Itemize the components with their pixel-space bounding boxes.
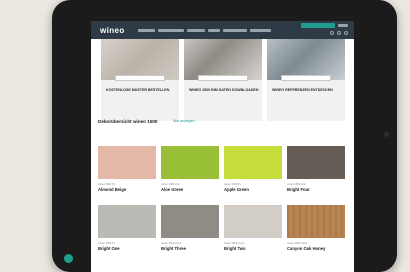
tile-title: KOSTENLOSE MUSTER BESTELLEN [106,88,170,92]
tile-image [184,39,262,80]
tile-title: WINEO REFERENZEN ENTDECKEN [272,88,333,92]
decor-meta: wineo 1500 chip [287,183,306,186]
decor-swatch[interactable] [161,205,219,238]
tile-image [267,39,345,80]
section-link[interactable]: Alle anzeigen [173,119,195,123]
user-icon[interactable] [337,31,341,35]
tile-button[interactable] [281,75,331,81]
nav-item[interactable] [208,28,220,32]
decor-meta: wineo 1500 wood [287,242,308,245]
header-icons [330,31,348,35]
tile-button[interactable] [198,75,248,81]
main-nav [138,28,271,32]
decor-name[interactable]: Apple Green [224,187,249,192]
nav-item[interactable] [187,28,205,32]
nav-item[interactable] [138,28,155,32]
top-right-actions [301,23,348,28]
teaser-tile-samples[interactable]: KOSTENLOSE MUSTER BESTELLEN [101,39,179,121]
teaser-tile-bim[interactable]: WINEO 1500 BIM DATEN DOWNLOADEN [184,39,262,121]
decor-swatch[interactable] [161,146,219,179]
nav-item[interactable] [250,28,271,32]
decor-swatch[interactable] [224,205,282,238]
tile-image [101,39,179,80]
decor-meta: wineo 1500 PL [98,183,116,186]
decor-name[interactable]: Canyon Oak Honey [287,246,325,251]
decor-meta: wineo 1500 PL [98,242,116,245]
camera-dot [384,132,389,137]
cart-icon[interactable] [344,31,348,35]
decor-meta: wineo 1500 PL [224,183,242,186]
decor-swatch[interactable] [98,205,156,238]
decor-meta: wineo 1500 stone [224,242,245,245]
tile-button[interactable] [115,75,165,81]
section-title: Dekorübersicht wineo 1500 [98,119,158,124]
tile-title: WINEO 1500 BIM DATEN DOWNLOADEN [189,88,259,92]
decor-meta: wineo 1500 chip [161,183,180,186]
decor-swatch[interactable] [98,146,156,179]
nav-item[interactable] [223,28,247,32]
decor-swatch[interactable] [224,146,282,179]
teaser-tiles: KOSTENLOSE MUSTER BESTELLEN WINEO 1500 B… [101,39,345,121]
decor-name[interactable]: Bright Two [224,246,246,251]
website-screen: wineo KOSTENLOSE MUSTER BESTELLEN WINEO … [91,21,354,272]
brand-logo[interactable]: wineo [100,26,134,35]
top-navigation-bar: wineo [91,21,354,39]
decor-meta: wineo 1500 stone [161,242,182,245]
nav-item[interactable] [158,28,184,32]
decor-name[interactable]: Almond Beige [98,187,126,192]
decor-name[interactable]: Aloe Green [161,187,183,192]
language-switch[interactable] [338,24,348,27]
search-icon[interactable] [330,31,334,35]
decor-swatch[interactable] [287,205,345,238]
decor-name[interactable]: Bright One [98,246,120,251]
decor-name[interactable]: Bright Four [287,187,310,192]
teaser-tile-references[interactable]: WINEO REFERENZEN ENTDECKEN [267,39,345,121]
chat-button[interactable] [64,254,73,263]
decor-name[interactable]: Bright Three [161,246,186,251]
cta-button[interactable] [301,23,335,28]
decor-swatch[interactable] [287,146,345,179]
